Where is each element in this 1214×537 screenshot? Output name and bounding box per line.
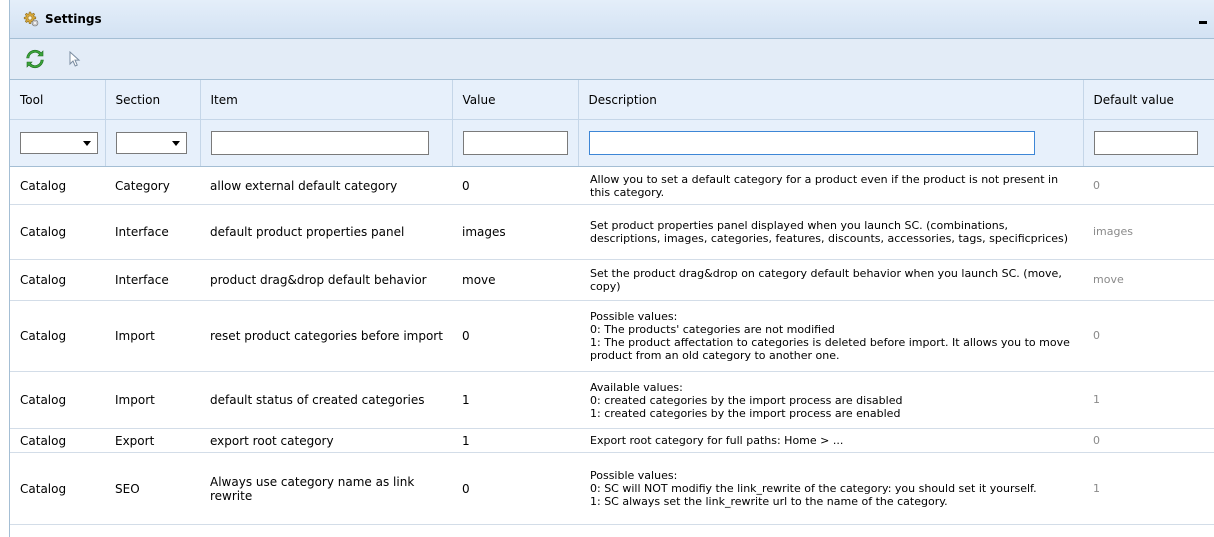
- description-line: 1: The product affectation to categories…: [590, 336, 1070, 362]
- table-row[interactable]: Catalog SEO Always use category name as …: [10, 452, 1214, 525]
- tool-cell[interactable]: Catalog: [10, 428, 105, 453]
- column-header-description[interactable]: Description: [578, 80, 1084, 120]
- section-cell[interactable]: SEO: [105, 452, 200, 525]
- description-cell[interactable]: Available values: 0: created categories …: [578, 371, 1083, 429]
- table-body: Catalog Category allow external default …: [10, 166, 1214, 525]
- item-cell[interactable]: default product properties panel: [200, 204, 452, 260]
- table-row[interactable]: Catalog Interface product drag&drop defa…: [10, 259, 1214, 301]
- default-value-cell[interactable]: 1: [1083, 452, 1214, 525]
- chevron-down-icon: [171, 141, 180, 146]
- item-cell[interactable]: export root category: [200, 428, 452, 453]
- column-header-default-value[interactable]: Default value: [1083, 80, 1214, 120]
- description-line: Possible values:: [590, 469, 678, 482]
- item-cell[interactable]: reset product categories before import: [200, 300, 452, 372]
- description-line: Set product properties panel displayed w…: [590, 219, 1069, 245]
- section-filter-select[interactable]: [115, 132, 187, 154]
- default-value-cell[interactable]: move: [1083, 259, 1214, 301]
- section-cell[interactable]: Import: [105, 300, 200, 372]
- refresh-button[interactable]: [24, 48, 46, 70]
- column-header-row: Tool Section Item Value Description Defa…: [10, 80, 1214, 120]
- minimize-button[interactable]: [1196, 12, 1210, 26]
- filter-cell-section: [105, 119, 201, 167]
- description-line: Set the product drag&drop on category de…: [590, 267, 1062, 293]
- filter-cell-default-value: [1083, 119, 1214, 167]
- tool-cell[interactable]: Catalog: [10, 452, 105, 525]
- filter-cell-item: [200, 119, 453, 167]
- default-value-cell[interactable]: 0: [1083, 428, 1214, 453]
- value-cell[interactable]: 0: [452, 300, 578, 372]
- description-filter-input[interactable]: [588, 131, 1035, 155]
- default-value-cell[interactable]: images: [1083, 204, 1214, 260]
- table-row[interactable]: Catalog Import reset product categories …: [10, 300, 1214, 372]
- item-cell[interactable]: default status of created categories: [200, 371, 452, 429]
- select-cursor-button[interactable]: [64, 48, 86, 70]
- section-cell[interactable]: Interface: [105, 204, 200, 260]
- description-cell[interactable]: Possible values: 0: The products' catego…: [578, 300, 1083, 372]
- tool-cell[interactable]: Catalog: [10, 371, 105, 429]
- description-line: 0: created categories by the import proc…: [590, 393, 903, 407]
- default-value-cell[interactable]: 1: [1083, 371, 1214, 429]
- value-cell[interactable]: 1: [452, 371, 578, 429]
- refresh-icon: [26, 49, 44, 69]
- filter-cell-value: [452, 119, 579, 167]
- description-line: Possible values:: [590, 310, 678, 323]
- section-cell[interactable]: Export: [105, 428, 200, 453]
- toolbar: [10, 39, 1214, 80]
- description-cell[interactable]: Export root category for full paths: Hom…: [578, 428, 1083, 453]
- tool-cell[interactable]: Catalog: [10, 204, 105, 260]
- settings-panel: Settings Tool Section Item Value Descrip…: [9, 0, 1214, 537]
- section-cell[interactable]: Interface: [105, 259, 200, 301]
- left-margin: [0, 0, 9, 537]
- default-value-filter-input[interactable]: [1093, 131, 1198, 155]
- panel-title: Settings: [45, 12, 102, 26]
- description-cell[interactable]: Allow you to set a default category for …: [578, 166, 1083, 205]
- column-header-tool[interactable]: Tool: [10, 80, 106, 120]
- tool-filter-select[interactable]: [20, 132, 98, 154]
- description-line: 0: SC will NOT modifiy the link_rewrite …: [590, 482, 1037, 495]
- panel-header: Settings: [10, 0, 1214, 39]
- value-cell[interactable]: 0: [452, 452, 578, 525]
- section-cell[interactable]: Category: [105, 166, 200, 205]
- tool-cell[interactable]: Catalog: [10, 300, 105, 372]
- default-value-cell[interactable]: 0: [1083, 166, 1214, 205]
- value-cell[interactable]: move: [452, 259, 578, 301]
- filter-cell-description: [578, 119, 1084, 167]
- description-line: Export root category for full paths: Hom…: [590, 434, 844, 447]
- chevron-down-icon: [83, 141, 91, 146]
- description-cell[interactable]: Set the product drag&drop on category de…: [578, 259, 1083, 301]
- description-line: Allow you to set a default category for …: [590, 172, 1059, 199]
- item-cell[interactable]: product drag&drop default behavior: [200, 259, 452, 301]
- column-header-section[interactable]: Section: [105, 80, 201, 120]
- description-line: 0: The products' categories are not modi…: [590, 323, 835, 336]
- description-line: Available values:: [590, 380, 683, 394]
- description-cell[interactable]: Possible values: 0: SC will NOT modifiy …: [578, 452, 1083, 525]
- value-filter-input[interactable]: [462, 131, 568, 155]
- table-row[interactable]: Catalog Import default status of created…: [10, 371, 1214, 429]
- item-cell[interactable]: Always use category name as link rewrite: [200, 452, 452, 525]
- filter-row: [10, 119, 1214, 167]
- gear-icon: [23, 11, 39, 27]
- value-cell[interactable]: 0: [452, 166, 578, 205]
- filter-cell-tool: [10, 119, 106, 167]
- tool-cell[interactable]: Catalog: [10, 259, 105, 301]
- description-cell[interactable]: Set product properties panel displayed w…: [578, 204, 1083, 260]
- table-row[interactable]: Catalog Interface default product proper…: [10, 204, 1214, 260]
- tool-cell[interactable]: Catalog: [10, 166, 105, 205]
- settings-table: Tool Section Item Value Description Defa…: [10, 80, 1214, 525]
- table-row[interactable]: Catalog Category allow external default …: [10, 166, 1214, 205]
- item-filter-input[interactable]: [210, 131, 429, 155]
- item-cell[interactable]: allow external default category: [200, 166, 452, 205]
- section-cell[interactable]: Import: [105, 371, 200, 429]
- default-value-cell[interactable]: 0: [1083, 300, 1214, 372]
- value-cell[interactable]: images: [452, 204, 578, 260]
- column-header-item[interactable]: Item: [200, 80, 453, 120]
- cursor-icon: [69, 51, 81, 67]
- description-line: 1: SC always set the link_rewrite url to…: [590, 495, 948, 508]
- column-header-value[interactable]: Value: [452, 80, 579, 120]
- value-cell[interactable]: 1: [452, 428, 578, 453]
- description-line: 1: created categories by the import proc…: [590, 406, 901, 420]
- table-row[interactable]: Catalog Export export root category 1 Ex…: [10, 428, 1214, 453]
